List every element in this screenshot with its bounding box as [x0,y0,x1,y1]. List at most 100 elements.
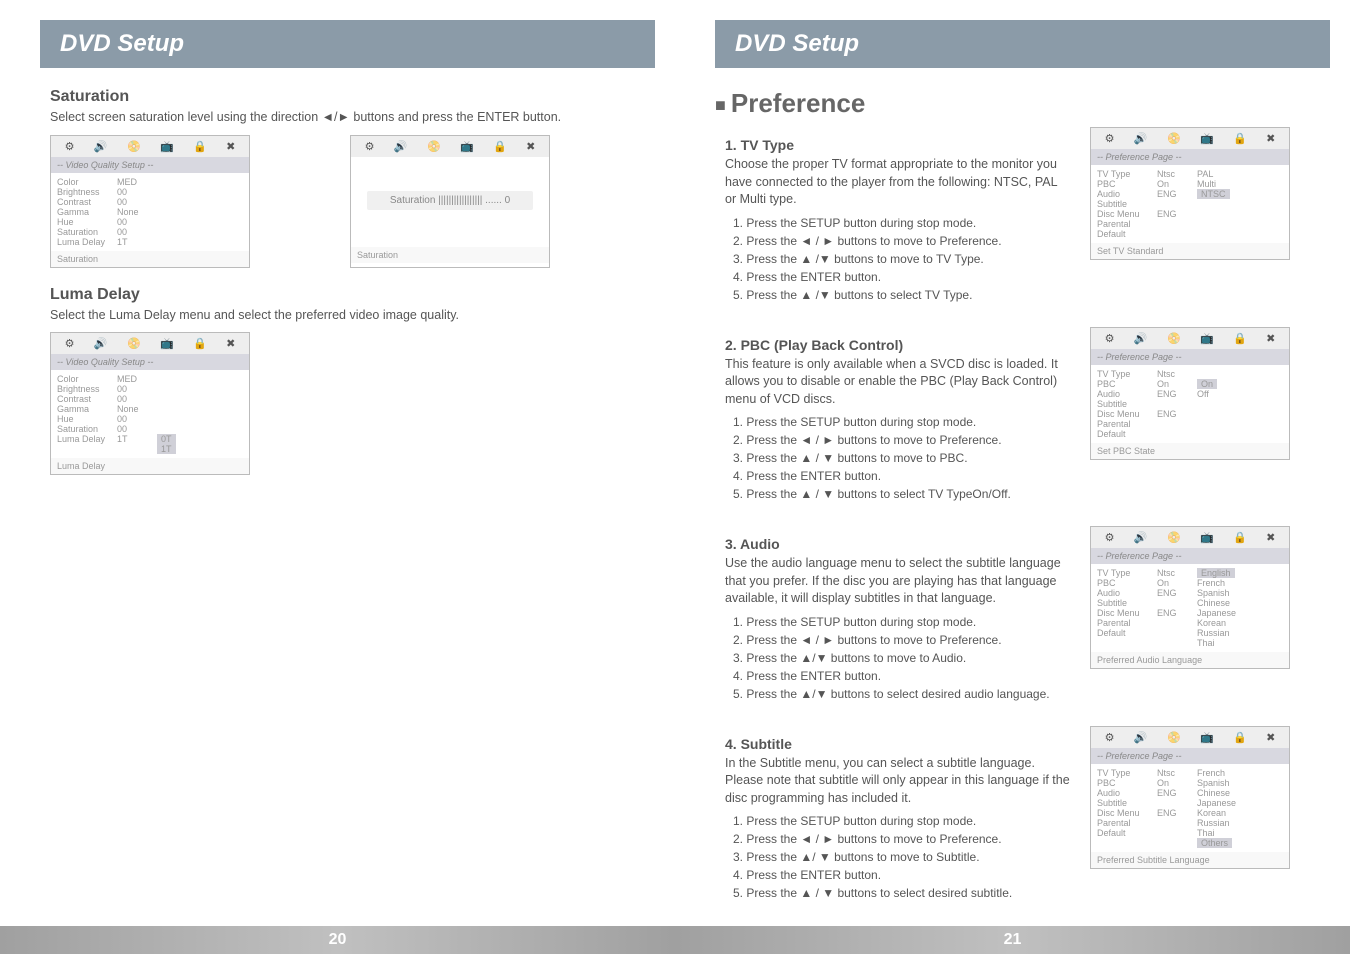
pbc-title: 2. PBC (Play Back Control) [725,337,1070,353]
saturation-title: Saturation [50,88,625,106]
osd-foot: Preferred Audio Language [1091,652,1289,668]
tvtype-steps: 1. Press the SETUP button during stop mo… [725,214,1070,304]
osd-row: Contrast00 [57,394,243,404]
video-icon: 📀 [1167,132,1181,145]
pbc-section: 2. PBC (Play Back Control) This feature … [675,327,1350,509]
osd-title: -- Preference Page -- [1091,349,1289,365]
osd-row: Disc MenuENGJapanese [1097,608,1283,618]
osd-row: Hue00 [57,217,243,227]
osd-body: ColorMEDBrightness00Contrast00GammaNoneH… [51,370,249,458]
osd-row: Disc MenuENGKorean [1097,808,1283,818]
tv-icon: 📺 [1200,531,1214,544]
osd-row: ColorMED [57,374,243,384]
osd-body: TV TypeNtscPALPBCOnMultiAudioENGNTSCSubt… [1091,165,1289,243]
subtitle-osd: ⚙🔊📀📺🔒✖ -- Preference Page -- TV TypeNtsc… [1090,726,1290,869]
osd-row: Others [1097,838,1283,848]
osd-row: Thai [1097,638,1283,648]
gear-icon: ⚙ [1105,531,1115,544]
speaker-icon: 🔊 [394,140,408,153]
osd-foot: Saturation [51,251,249,267]
tools-icon: ✖ [1266,332,1275,345]
speaker-icon: 🔊 [1134,731,1148,744]
step-line: 2. Press the ◄ / ► buttons to move to Pr… [733,232,1070,250]
page-left: DVD Setup Saturation Select screen satur… [0,0,675,954]
subtitle-section: 4. Subtitle In the Subtitle menu, you ca… [675,726,1350,908]
gear-icon: ⚙ [65,337,75,350]
osd-row: ColorMED [57,177,243,187]
step-line: 5. Press the ▲ /▼ buttons to select TV T… [733,286,1070,304]
lock-icon: 🔒 [193,337,207,350]
step-line: 4. Press the ENTER button. [733,268,1070,286]
lock-icon: 🔒 [1233,531,1247,544]
tools-icon: ✖ [1266,731,1275,744]
osd-row: Subtitle [1097,199,1283,209]
osd-title: -- Video Quality Setup -- [51,157,249,173]
video-icon: 📀 [427,140,441,153]
osd-row: PBCOnOn [1097,379,1283,389]
osd-row: TV TypeNtscEnglish [1097,568,1283,578]
osd-row: Brightness00 [57,187,243,197]
osd-title: -- Preference Page -- [1091,149,1289,165]
saturation-osd2: ⚙ 🔊 📀 📺 🔒 ✖ Saturation |||||||||||||||||… [350,135,550,268]
osd-row: AudioENGSpanish [1097,588,1283,598]
osd-row: PBCOnMulti [1097,179,1283,189]
tools-icon: ✖ [226,140,235,153]
video-icon: 📀 [1167,731,1181,744]
osd-row: DefaultThai [1097,828,1283,838]
luma-osd: ⚙ 🔊 📀 📺 🔒 ✖ -- Video Quality Setup -- Co… [50,332,250,475]
tv-icon: 📺 [1200,332,1214,345]
osd-row: Brightness00 [57,384,243,394]
step-line: 1. Press the SETUP button during stop mo… [733,413,1070,431]
osd-foot: Set TV Standard [1091,243,1289,259]
osd-row: AudioENGOff [1097,389,1283,399]
step-line: 4. Press the ENTER button. [733,667,1070,685]
subtitle-title: 4. Subtitle [725,736,1070,752]
video-icon: 📀 [127,140,141,153]
audio-text: Use the audio language menu to select th… [725,555,1070,608]
lock-icon: 🔒 [1233,332,1247,345]
osd-row: PBCOnFrench [1097,578,1283,588]
audio-steps: 1. Press the SETUP button during stop mo… [725,613,1070,703]
osd-row: ParentalRussian [1097,818,1283,828]
lock-icon: 🔒 [493,140,507,153]
osd-body: TV TypeNtscEnglishPBCOnFrenchAudioENGSpa… [1091,564,1289,652]
tvtype-text: Choose the proper TV format appropriate … [725,156,1070,209]
tools-icon: ✖ [1266,132,1275,145]
osd-row: PBCOnSpanish [1097,778,1283,788]
speaker-icon: 🔊 [94,140,108,153]
gear-icon: ⚙ [365,140,375,153]
speaker-icon: 🔊 [1134,332,1148,345]
tools-icon: ✖ [1266,531,1275,544]
osd-row: Default [1097,229,1283,239]
osd-body: ColorMEDBrightness00Contrast00GammaNoneH… [51,173,249,251]
saturation-section: Saturation Select screen saturation leve… [0,88,675,268]
osd-row: Luma Delay1T [57,237,243,247]
osd-row: Hue00 [57,414,243,424]
osd-row: TV TypeNtscPAL [1097,169,1283,179]
step-line: 5. Press the ▲/▼ buttons to select desir… [733,685,1070,703]
step-line: 5. Press the ▲ / ▼ buttons to select TV … [733,485,1070,503]
saturation-bar: Saturation ||||||||||||||||| ...... 0 [367,191,533,210]
osd-row: TV TypeNtscFrench [1097,768,1283,778]
audio-title: 3. Audio [725,536,1070,552]
osd-row: SubtitleJapanese [1097,798,1283,808]
step-line: 3. Press the ▲/▼ buttons to move to Audi… [733,649,1070,667]
audio-osd: ⚙🔊📀📺🔒✖ -- Preference Page -- TV TypeNtsc… [1090,526,1290,669]
luma-section: Luma Delay Select the Luma Delay menu an… [0,286,675,476]
video-icon: 📀 [127,337,141,350]
step-line: 2. Press the ◄ / ► buttons to move to Pr… [733,431,1070,449]
header-left: DVD Setup [40,20,655,68]
osd-foot: Preferred Subtitle Language [1091,852,1289,868]
pbc-steps: 1. Press the SETUP button during stop mo… [725,413,1070,503]
page-right: DVD Setup Preference 1. TV Type Choose t… [675,0,1350,954]
osd-title: -- Preference Page -- [1091,548,1289,564]
osd-row: Subtitle [1097,399,1283,409]
osd-foot: Luma Delay [51,458,249,474]
lock-icon: 🔒 [193,140,207,153]
speaker-icon: 🔊 [1134,132,1148,145]
page-number-right: 21 [675,926,1350,954]
osd-row: Contrast00 [57,197,243,207]
video-icon: 📀 [1167,332,1181,345]
tvtype-section: 1. TV Type Choose the proper TV format a… [675,127,1350,309]
saturation-osd1: ⚙ 🔊 📀 📺 🔒 ✖ -- Video Quality Setup -- Co… [50,135,250,268]
